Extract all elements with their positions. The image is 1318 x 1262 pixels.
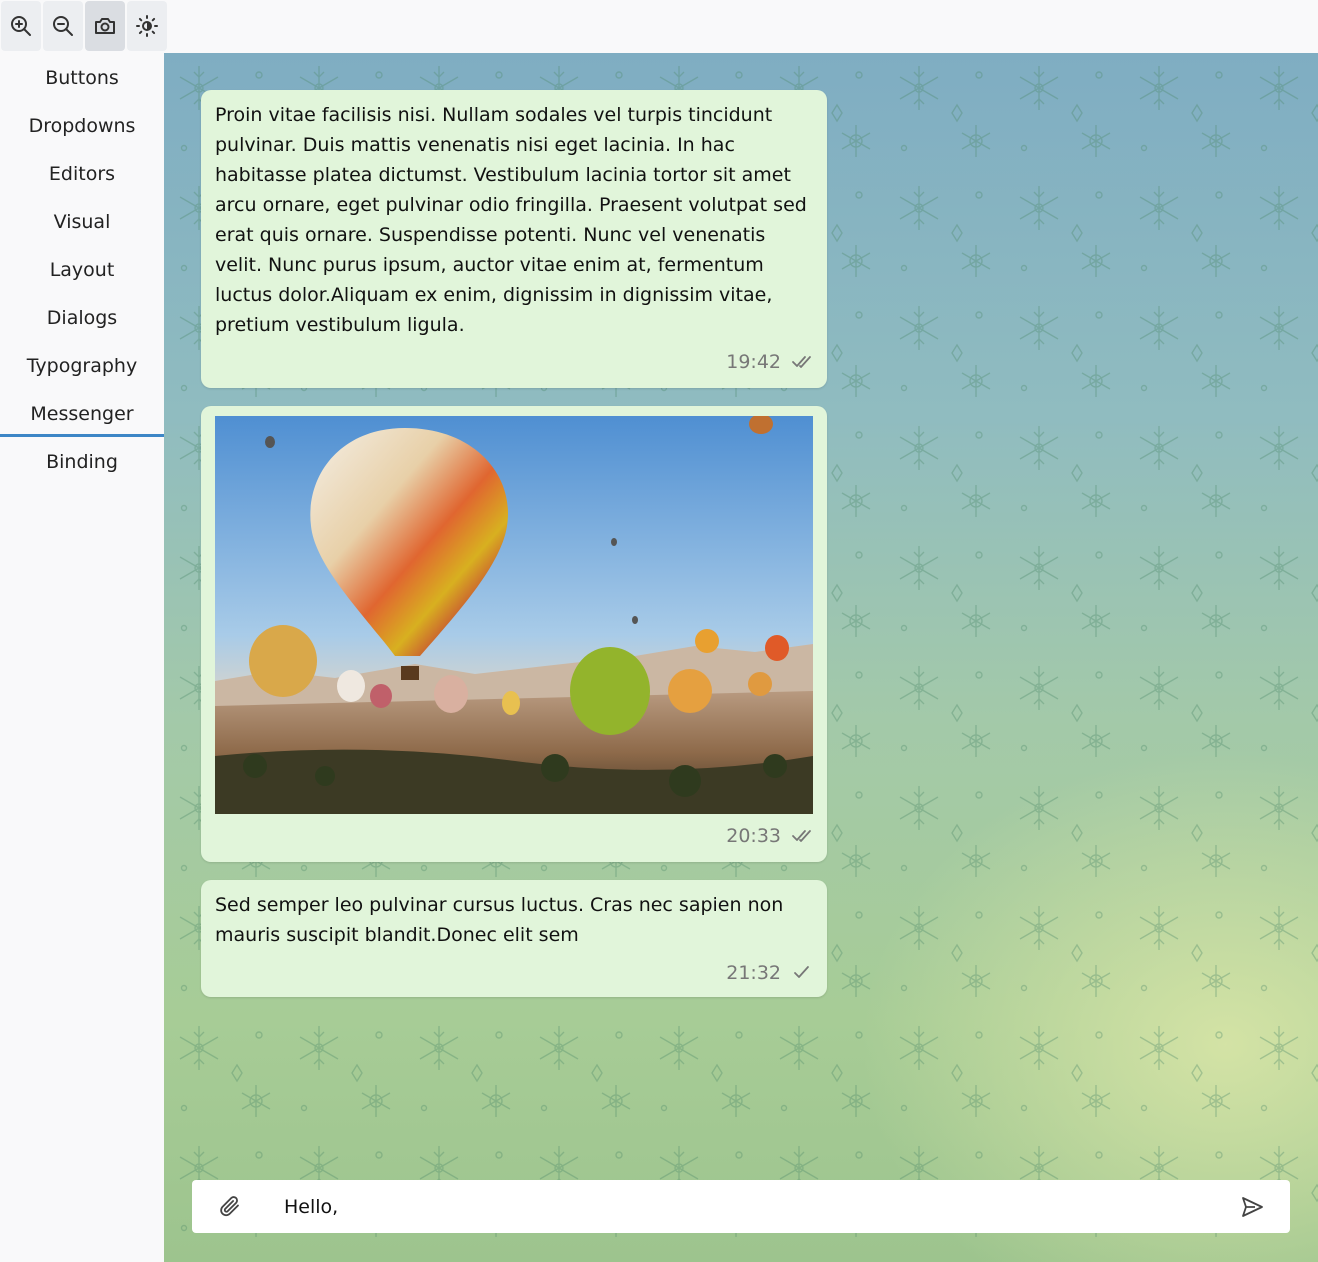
sidebar-item-visual[interactable]: Visual [0, 198, 164, 246]
screenshot-button[interactable] [85, 1, 125, 51]
message-bubble[interactable]: Sed semper leo pulvinar cursus luctus. C… [201, 880, 827, 997]
sidebar-item-editors[interactable]: Editors [0, 150, 164, 198]
check-icon [794, 966, 809, 978]
brightness-icon [136, 15, 158, 37]
message-text: Proin vitae facilisis nisi. Nullam sodal… [215, 104, 807, 336]
theme-toggle-button[interactable] [127, 1, 167, 51]
sidebar-item-dialogs[interactable]: Dialogs [0, 294, 164, 342]
double-check-icon [792, 356, 811, 368]
sidebar: Buttons Dropdowns Editors Visual Layout … [0, 53, 164, 1262]
message-input[interactable] [282, 1190, 1186, 1224]
sidebar-item-binding[interactable]: Binding [0, 438, 164, 486]
sidebar-item-buttons[interactable]: Buttons [0, 54, 164, 102]
zoom-in-icon [11, 16, 31, 36]
sidebar-item-dropdowns[interactable]: Dropdowns [0, 102, 164, 150]
toolbar [0, 0, 1318, 53]
zoom-out-icon [53, 16, 73, 36]
message-meta: 21:32 [726, 961, 813, 985]
paperclip-icon[interactable] [218, 1194, 242, 1218]
message-time: 19:42 [726, 351, 781, 373]
send-icon[interactable] [1240, 1195, 1264, 1219]
message-time: 20:33 [726, 825, 781, 847]
sidebar-item-typography[interactable]: Typography [0, 342, 164, 390]
message-bubble[interactable]: Proin vitae facilisis nisi. Nullam sodal… [201, 90, 827, 388]
message-time: 21:32 [726, 962, 781, 984]
message-composer [192, 1180, 1290, 1233]
sidebar-item-messenger[interactable]: Messenger [0, 390, 164, 438]
message-text: Sed semper leo pulvinar cursus luctus. C… [215, 894, 784, 946]
zoom-in-button[interactable] [1, 1, 41, 51]
sidebar-item-layout[interactable]: Layout [0, 246, 164, 294]
camera-icon [95, 18, 115, 34]
hot-air-balloons-photo[interactable] [215, 416, 813, 814]
message-bubble[interactable]: 20:33 [201, 406, 827, 862]
message-meta: 20:33 [726, 824, 813, 848]
message-meta: 19:42 [726, 350, 813, 374]
zoom-out-button[interactable] [43, 1, 83, 51]
double-check-icon [792, 830, 811, 842]
chat-area: Proin vitae facilisis nisi. Nullam sodal… [164, 53, 1318, 1262]
